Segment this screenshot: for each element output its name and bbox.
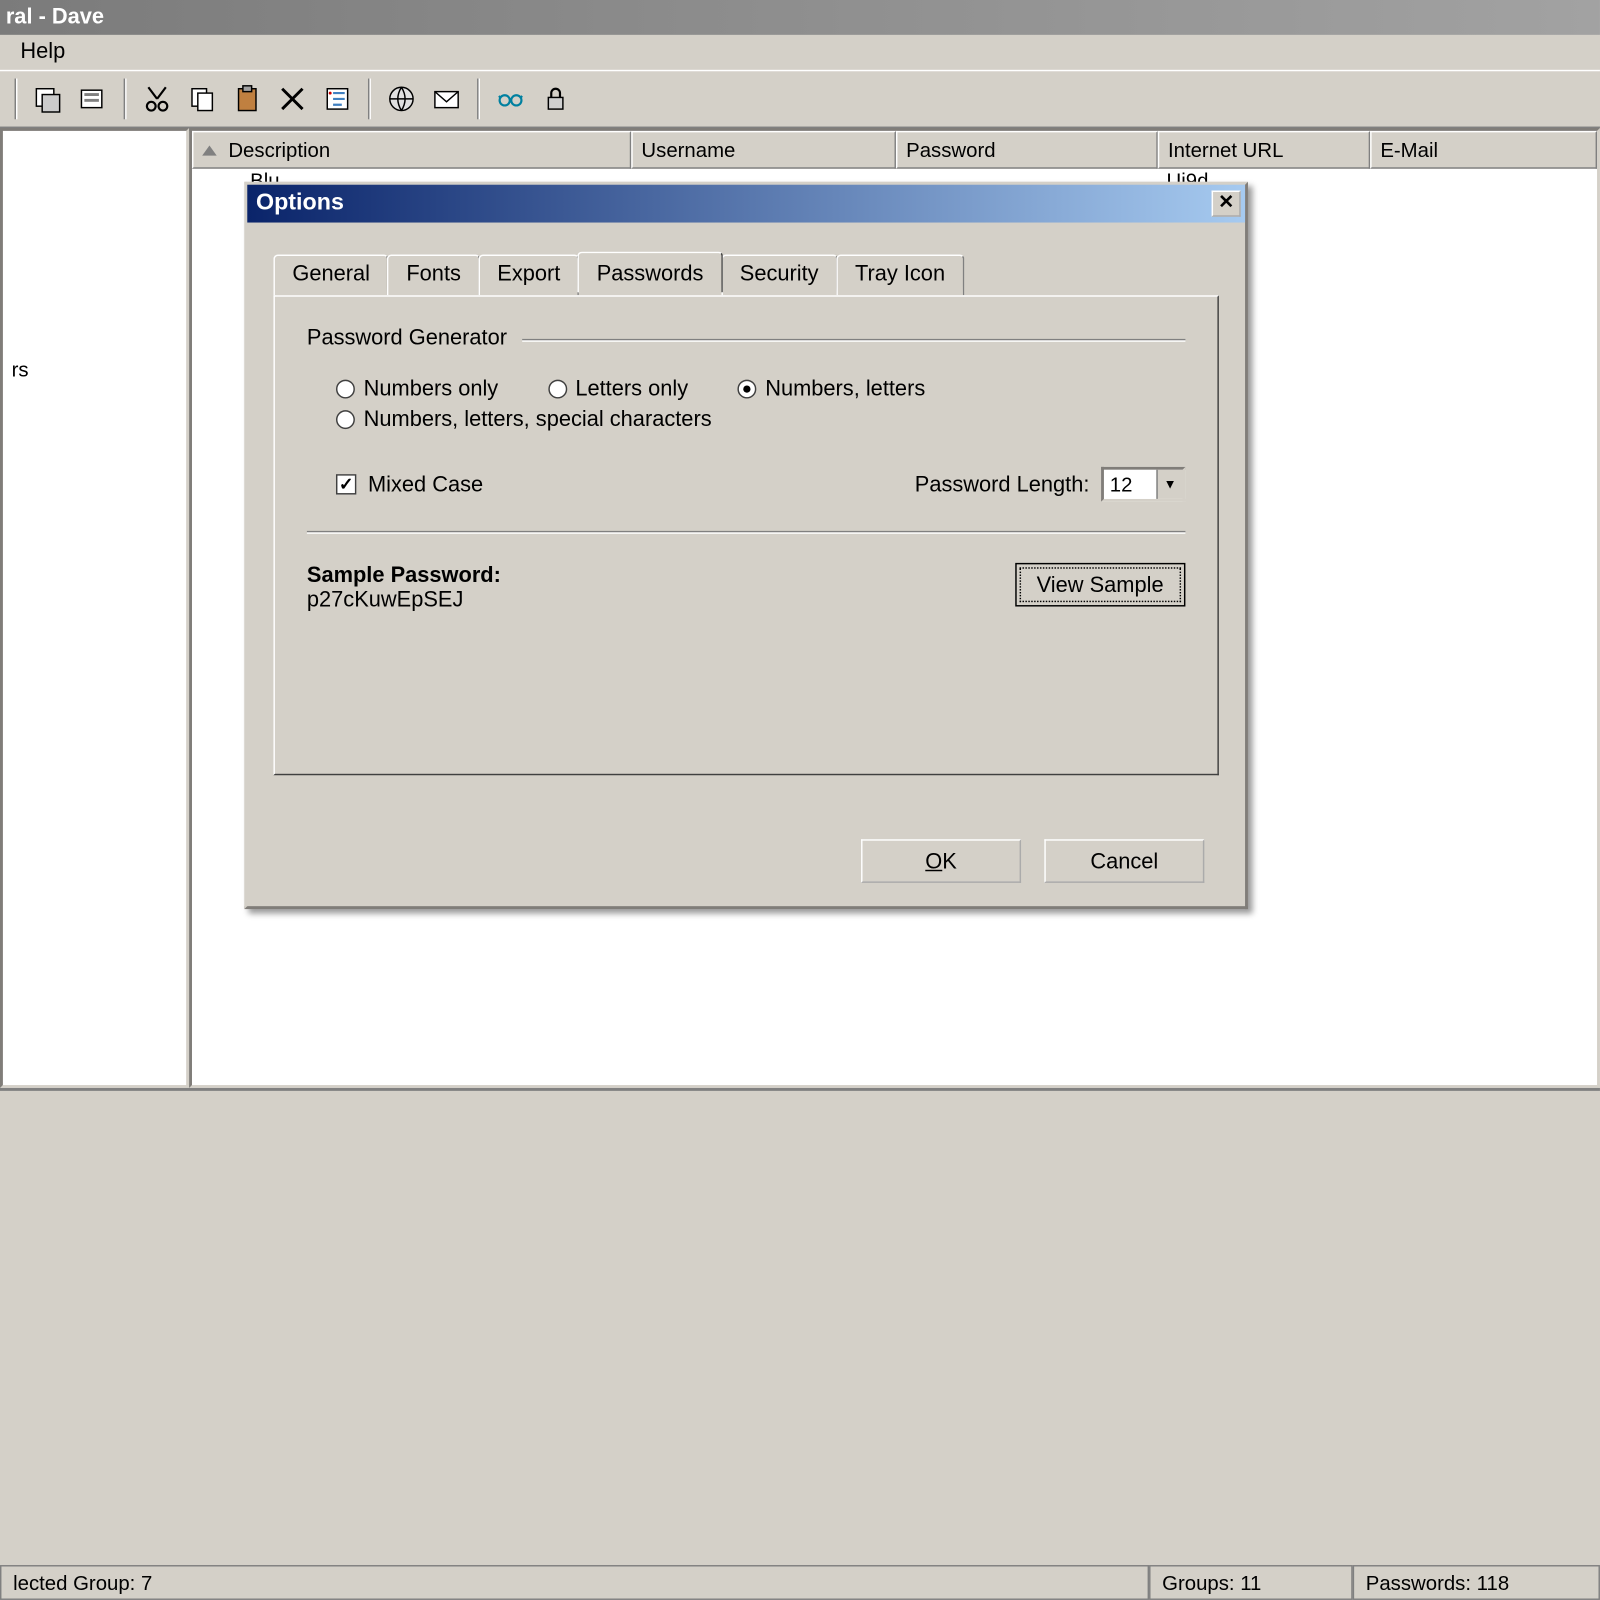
separator-line <box>522 338 1186 341</box>
ok-button[interactable]: OK <box>861 839 1021 883</box>
length-combo[interactable]: ▼ <box>1101 467 1185 502</box>
radio-letters-only[interactable]: Letters only <box>548 377 688 402</box>
globe-icon[interactable] <box>381 79 422 120</box>
col-username[interactable]: Username <box>631 131 896 169</box>
glasses-icon[interactable] <box>490 79 531 120</box>
col-password[interactable]: Password <box>896 131 1158 169</box>
chevron-down-icon[interactable]: ▼ <box>1156 470 1182 499</box>
radio-icon <box>336 410 355 429</box>
dialog-title-bar[interactable]: Options ✕ <box>247 185 1245 223</box>
tab-passwords[interactable]: Passwords <box>578 252 723 293</box>
generator-label: Password Generator <box>307 326 507 351</box>
menu-help[interactable]: Help <box>9 36 77 67</box>
close-icon[interactable]: ✕ <box>1212 191 1241 217</box>
tab-page-passwords: Password Generator Numbers only Letters … <box>273 295 1218 775</box>
status-groups: Groups: 11 <box>1149 1565 1353 1600</box>
checkbox-icon <box>336 474 356 494</box>
tree-item[interactable]: rs <box>12 358 178 381</box>
dialog-title: Options <box>256 185 344 223</box>
paste-icon[interactable] <box>227 79 268 120</box>
sort-ascending-icon <box>202 145 217 155</box>
col-description[interactable]: Description <box>192 131 631 169</box>
toolbar <box>0 70 1600 128</box>
app-title: ral - Dave <box>6 4 104 29</box>
list-header: Description Username Password Internet U… <box>192 131 1597 169</box>
cancel-button[interactable]: Cancel <box>1044 839 1204 883</box>
length-label: Password Length: <box>915 472 1090 497</box>
tab-strip: General Fonts Export Passwords Security … <box>273 255 1218 296</box>
tab-export[interactable]: Export <box>478 255 579 296</box>
delete-icon[interactable] <box>272 79 313 120</box>
radio-icon <box>336 380 355 399</box>
tab-fonts[interactable]: Fonts <box>387 255 479 296</box>
lock-icon[interactable] <box>535 79 576 120</box>
check-mixed-case[interactable]: Mixed Case <box>336 472 483 497</box>
status-bar: lected Group: 7 Groups: 11 Passwords: 11… <box>0 1565 1600 1600</box>
col-email[interactable]: E-Mail <box>1370 131 1597 169</box>
mail-icon[interactable] <box>426 79 467 120</box>
col-url[interactable]: Internet URL <box>1158 131 1370 169</box>
radio-icon <box>548 380 567 399</box>
tab-security[interactable]: Security <box>721 255 838 296</box>
sample-password-value: p27cKuwEpSEJ <box>307 588 501 613</box>
toolbar-separator <box>124 79 127 120</box>
menu-bar: Help <box>0 35 1600 70</box>
toolbar-separator <box>368 79 371 120</box>
view-sample-button[interactable]: View Sample <box>1015 563 1186 607</box>
toolbar-separator <box>15 79 18 120</box>
properties-icon[interactable] <box>317 79 358 120</box>
detail-panel <box>0 1088 1600 1391</box>
length-input[interactable] <box>1104 470 1156 499</box>
toolbar-btn-1[interactable] <box>28 79 69 120</box>
radio-numbers-only[interactable]: Numbers only <box>336 377 498 402</box>
radio-numbers-letters[interactable]: Numbers, letters <box>738 377 926 402</box>
tab-general[interactable]: General <box>273 255 388 296</box>
status-selected: lected Group: 7 <box>0 1565 1149 1600</box>
toolbar-separator <box>477 79 480 120</box>
status-passwords: Passwords: 118 <box>1353 1565 1600 1600</box>
app-title-bar: ral - Dave <box>0 0 1600 35</box>
radio-numbers-letters-special[interactable]: Numbers, letters, special characters <box>336 407 712 432</box>
toolbar-btn-2[interactable] <box>73 79 114 120</box>
tab-tray[interactable]: Tray Icon <box>836 255 964 296</box>
separator-line <box>307 531 1186 534</box>
options-dialog: Options ✕ General Fonts Export Passwords… <box>244 182 1248 909</box>
radio-icon <box>738 380 757 399</box>
cut-icon[interactable] <box>137 79 178 120</box>
tree-panel[interactable]: rs <box>0 128 189 1088</box>
sample-password-label: Sample Password: <box>307 563 501 588</box>
copy-icon[interactable] <box>182 79 223 120</box>
